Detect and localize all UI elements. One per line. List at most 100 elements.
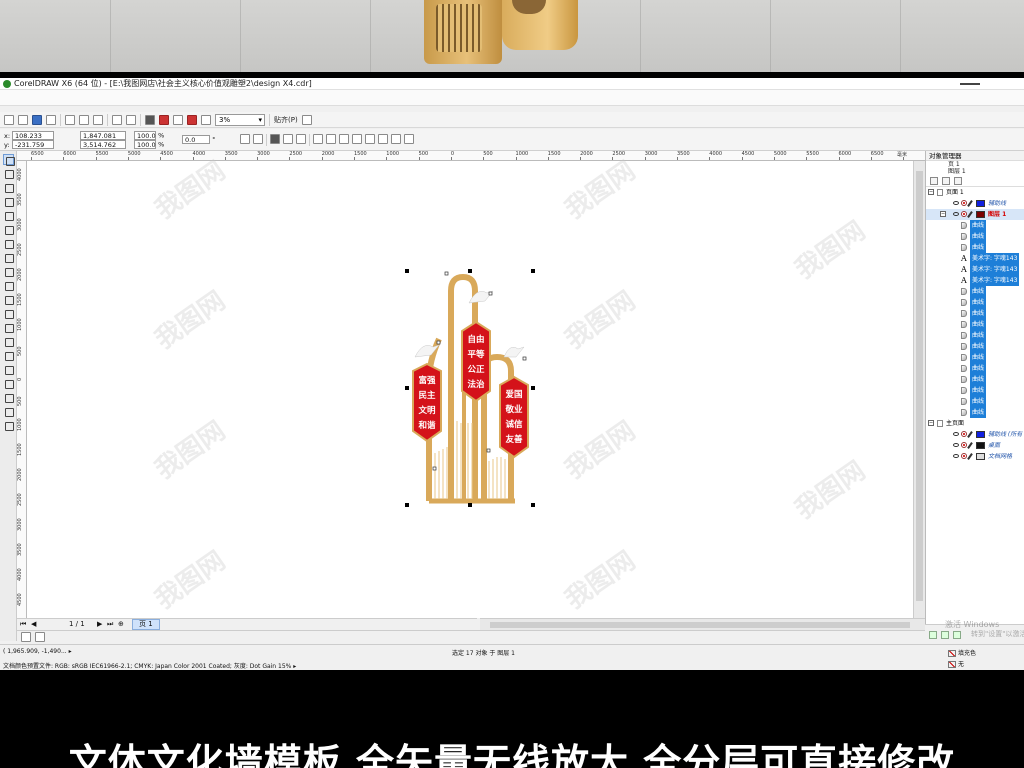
outline-tool-icon[interactable] (3, 392, 14, 403)
polygon-tool-icon[interactable] (3, 266, 14, 277)
object-list-item[interactable]: 曲线 (926, 396, 1024, 407)
text-tool-icon[interactable] (3, 294, 14, 305)
collapse-toggle-icon[interactable]: − (928, 189, 934, 195)
blend-tool-icon[interactable] (3, 350, 14, 361)
eyedropper-icon[interactable] (21, 632, 31, 642)
editable-pen-icon[interactable] (967, 211, 973, 218)
visibility-eye-icon[interactable] (953, 201, 959, 205)
intersect-icon[interactable] (339, 134, 349, 144)
scale-x-field[interactable]: 100.0 (134, 131, 156, 140)
object-list-item[interactable]: 曲线 (926, 363, 1024, 374)
cut-icon[interactable] (65, 114, 75, 125)
group-icon[interactable] (270, 134, 280, 144)
prev-page-icon[interactable]: ◀ (31, 619, 36, 630)
object-list-item[interactable]: 曲线 (926, 286, 1024, 297)
last-page-icon[interactable]: ⏭ (107, 619, 113, 630)
transparency-tool-icon[interactable] (3, 364, 14, 375)
vertical-scrollbar[interactable] (913, 161, 925, 626)
crop-tool-icon[interactable] (3, 182, 14, 193)
table-tool-icon[interactable] (3, 308, 14, 319)
new-document-icon[interactable] (4, 114, 14, 125)
editable-pen-icon[interactable] (967, 442, 973, 449)
height-field[interactable]: 3,514.762 mm (80, 140, 126, 157)
vertical-ruler[interactable]: 4000 3500 3000 2500 2000 1500 1000 500 0 500 1000 1… (17, 161, 27, 618)
search-content-icon[interactable] (145, 114, 155, 125)
object-list-item[interactable]: A 美术字: 字魂143 (926, 275, 1024, 286)
object-list-item[interactable]: 曲线 (926, 319, 1024, 330)
visibility-eye-icon[interactable] (953, 454, 959, 458)
visibility-eye-icon[interactable] (953, 212, 959, 216)
copy-icon[interactable] (79, 114, 89, 125)
drawing-canvas[interactable]: 富强 民主 文明 和谐 自由 平等 公正 法治 爱国 敬业 诚信 友善 (27, 161, 913, 618)
save-icon[interactable] (32, 114, 42, 125)
app-launcher-icon[interactable] (201, 114, 211, 125)
dimension-tool-icon[interactable] (3, 322, 14, 333)
tree-layer-1[interactable]: − 图层 1 (926, 209, 1024, 220)
no-color-icon[interactable] (35, 632, 45, 642)
object-list-item[interactable]: 曲线 (926, 220, 1024, 231)
collapse-toggle-icon[interactable]: − (940, 211, 946, 217)
create-boundary-icon[interactable] (391, 134, 401, 144)
width-field[interactable]: 1,847.081 mm (80, 131, 126, 148)
object-list-item[interactable]: 曲线 (926, 374, 1024, 385)
redo-icon[interactable] (126, 114, 136, 125)
shape-tool-icon[interactable] (3, 168, 14, 179)
add-page-icon[interactable]: ⊕ (118, 619, 124, 630)
page-tab-1[interactable]: 页 1 (132, 619, 160, 630)
layer-manager-view-icon[interactable] (954, 177, 962, 185)
layer-color-swatch[interactable] (976, 431, 985, 438)
snap-to-menu[interactable]: 贴齐(P) (274, 115, 298, 125)
simplify-icon[interactable] (352, 134, 362, 144)
object-list-item[interactable]: 曲线 (926, 297, 1024, 308)
tree-page-1[interactable]: − 页面 1 (926, 187, 1024, 198)
editable-pen-icon[interactable] (967, 431, 973, 438)
layer-color-swatch[interactable] (976, 442, 985, 449)
rotation-field[interactable]: 0.0 (182, 135, 210, 144)
front-minus-back-icon[interactable] (365, 134, 375, 144)
zoom-tool-icon[interactable] (3, 196, 14, 207)
scale-y-field[interactable]: 100.0 (134, 140, 156, 149)
layer-color-swatch[interactable] (976, 453, 985, 460)
mirror-v-icon[interactable] (253, 134, 263, 144)
new-layer-icon[interactable] (929, 631, 937, 639)
horizontal-ruler[interactable]: 6500 6000 5500 5000 4500 4000 3500 3000 2500 2000… (17, 151, 925, 161)
trim-icon[interactable] (326, 134, 336, 144)
minimize-button[interactable] (960, 83, 980, 85)
connector-tool-icon[interactable] (3, 336, 14, 347)
tree-layer-guides[interactable]: 辅助线 (926, 198, 1024, 209)
freehand-tool-icon[interactable] (3, 210, 14, 221)
tree-master-page[interactable]: − 主页面 (926, 418, 1024, 429)
layer-color-swatch[interactable] (976, 211, 985, 218)
visibility-eye-icon[interactable] (953, 443, 959, 447)
tree-master-layer[interactable]: 桌面 (926, 440, 1024, 451)
object-list-item[interactable]: 曲线 (926, 242, 1024, 253)
undo-icon[interactable] (112, 114, 122, 125)
collapse-toggle-icon[interactable]: − (928, 420, 934, 426)
import-icon[interactable] (159, 114, 169, 125)
export-icon[interactable] (173, 114, 183, 125)
first-page-icon[interactable]: ⏮ (20, 619, 26, 630)
eyedropper-tool-icon[interactable] (3, 378, 14, 389)
print-icon[interactable] (46, 114, 56, 125)
rectangle-tool-icon[interactable] (3, 238, 14, 249)
publish-pdf-icon[interactable] (187, 114, 197, 125)
y-position-field[interactable]: -231.759 mm (12, 140, 54, 157)
layer-color-swatch[interactable] (976, 200, 985, 207)
new-master-layer-icon[interactable] (941, 631, 949, 639)
tree-master-layer[interactable]: 辅助线 (所有 (926, 429, 1024, 440)
object-list-item[interactable]: 曲线 (926, 407, 1024, 418)
horizontal-scrollbar[interactable] (480, 618, 925, 630)
delete-layer-icon[interactable] (953, 631, 961, 639)
object-list-item[interactable]: 曲线 (926, 308, 1024, 319)
edit-across-layers-icon[interactable] (942, 177, 950, 185)
basic-shapes-icon[interactable] (3, 280, 14, 291)
ellipse-tool-icon[interactable] (3, 252, 14, 263)
mirror-h-icon[interactable] (240, 134, 250, 144)
back-minus-front-icon[interactable] (378, 134, 388, 144)
ungroup-all-icon[interactable] (296, 134, 306, 144)
object-list-item[interactable]: 曲线 (926, 385, 1024, 396)
ungroup-icon[interactable] (283, 134, 293, 144)
object-list-item[interactable]: 曲线 (926, 352, 1024, 363)
zoom-level-select[interactable]: 3% (215, 113, 265, 126)
show-properties-icon[interactable] (930, 177, 938, 185)
